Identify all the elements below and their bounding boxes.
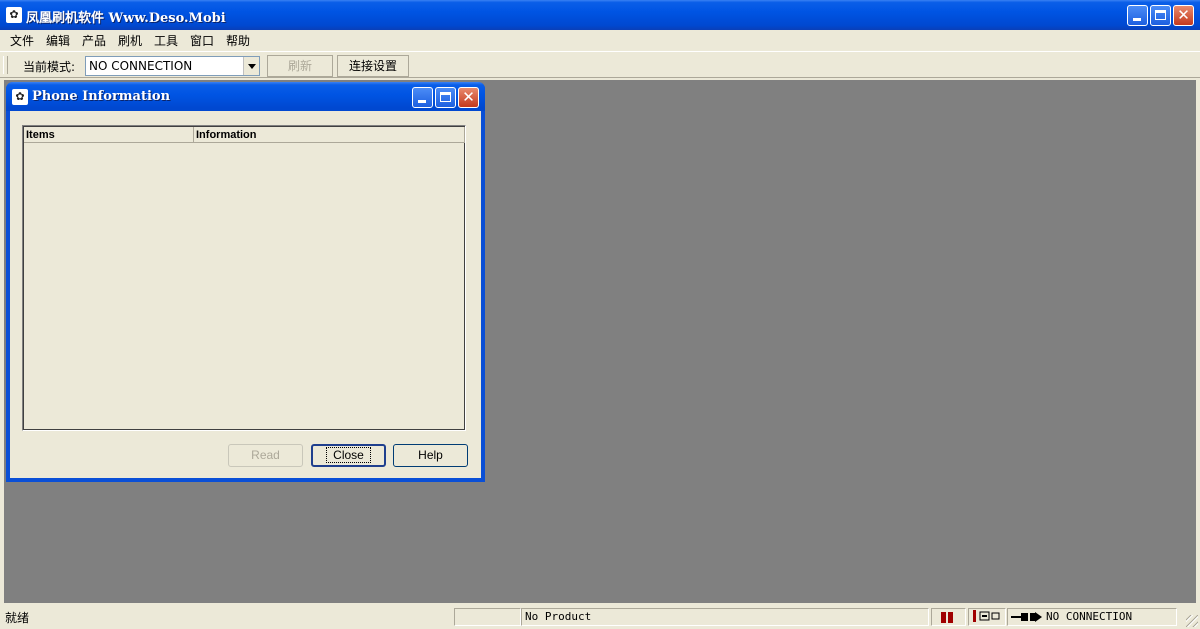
list-header: Items Information [24, 127, 465, 144]
menu-product[interactable]: 产品 [82, 32, 106, 49]
signal-bars-icon [941, 612, 946, 623]
mode-select-value: NO CONNECTION [89, 59, 193, 73]
signal-bar-2 [948, 612, 953, 623]
menu-window[interactable]: 窗口 [190, 32, 214, 49]
menu-file[interactable]: 文件 [10, 32, 34, 49]
status-product: No Product [521, 608, 929, 626]
menu-flash[interactable]: 刷机 [118, 32, 142, 49]
menu-tools[interactable]: 工具 [154, 32, 178, 49]
connect-settings-button[interactable]: 连接设置 [337, 55, 409, 77]
close-button-label: Close [326, 447, 371, 463]
port-icon [973, 610, 1000, 622]
status-text: 就绪 [5, 611, 30, 625]
column-information[interactable]: Information [194, 127, 465, 143]
read-button[interactable]: Read [228, 444, 303, 467]
maximize-icon [1155, 10, 1166, 20]
status-pane-empty [454, 608, 521, 626]
child-maximize-button[interactable] [435, 87, 456, 108]
mode-select[interactable]: NO CONNECTION [85, 56, 260, 76]
help-button-label: Help [418, 448, 443, 462]
phone-information-window[interactable]: ✿ Phone Information ✕ Items Information … [6, 82, 485, 482]
close-icon: ✕ [462, 88, 475, 106]
menu-edit[interactable]: 编辑 [46, 32, 70, 49]
phone-info-list[interactable]: Items Information [22, 125, 466, 431]
status-signal-pane [931, 608, 966, 626]
minimize-icon [418, 100, 426, 103]
column-items[interactable]: Items [24, 127, 194, 143]
child-minimize-button[interactable] [412, 87, 433, 108]
close-icon: ✕ [1177, 6, 1190, 24]
status-connection-pane: NO CONNECTION [1007, 608, 1177, 626]
app-titlebar[interactable]: ✿ 凤凰刷机软件 Www.Deso.Mobi ✕ [0, 0, 1200, 30]
minimize-button[interactable] [1127, 5, 1148, 26]
refresh-button[interactable]: 刷新 [267, 55, 333, 77]
menu-help[interactable]: 帮助 [226, 32, 250, 49]
child-close-button[interactable]: ✕ [458, 87, 479, 108]
child-window-body: Items Information Read Close Help [10, 111, 481, 478]
child-window-title: Phone Information [32, 89, 171, 104]
status-bar: 就绪 No Product NO CONNECTION [0, 605, 1200, 629]
status-port-pane [968, 608, 1006, 626]
maximize-button[interactable] [1150, 5, 1171, 26]
app-title: 凤凰刷机软件 Www.Deso.Mobi [26, 11, 226, 26]
status-connection: NO CONNECTION [1046, 610, 1133, 623]
close-dialog-button[interactable]: Close [311, 444, 386, 467]
chevron-down-icon[interactable] [243, 57, 259, 75]
maximize-icon [440, 92, 451, 102]
menu-bar: 文件 编辑 产品 刷机 工具 窗口 帮助 [0, 30, 1200, 50]
close-button[interactable]: ✕ [1173, 5, 1194, 26]
resize-grip-icon[interactable] [1186, 615, 1198, 627]
child-titlebar[interactable]: ✿ Phone Information ✕ [6, 82, 485, 111]
toolbar: 当前模式: NO CONNECTION 刷新 连接设置 [0, 51, 1200, 78]
minimize-icon [1133, 18, 1141, 21]
mode-label: 当前模式: [23, 60, 76, 74]
read-button-label: Read [251, 448, 280, 462]
help-button[interactable]: Help [393, 444, 468, 467]
phoenix-app-icon: ✿ [12, 89, 28, 105]
phoenix-app-icon: ✿ [6, 7, 22, 23]
toolbar-grip[interactable] [3, 56, 8, 74]
plug-icon [1011, 612, 1042, 622]
